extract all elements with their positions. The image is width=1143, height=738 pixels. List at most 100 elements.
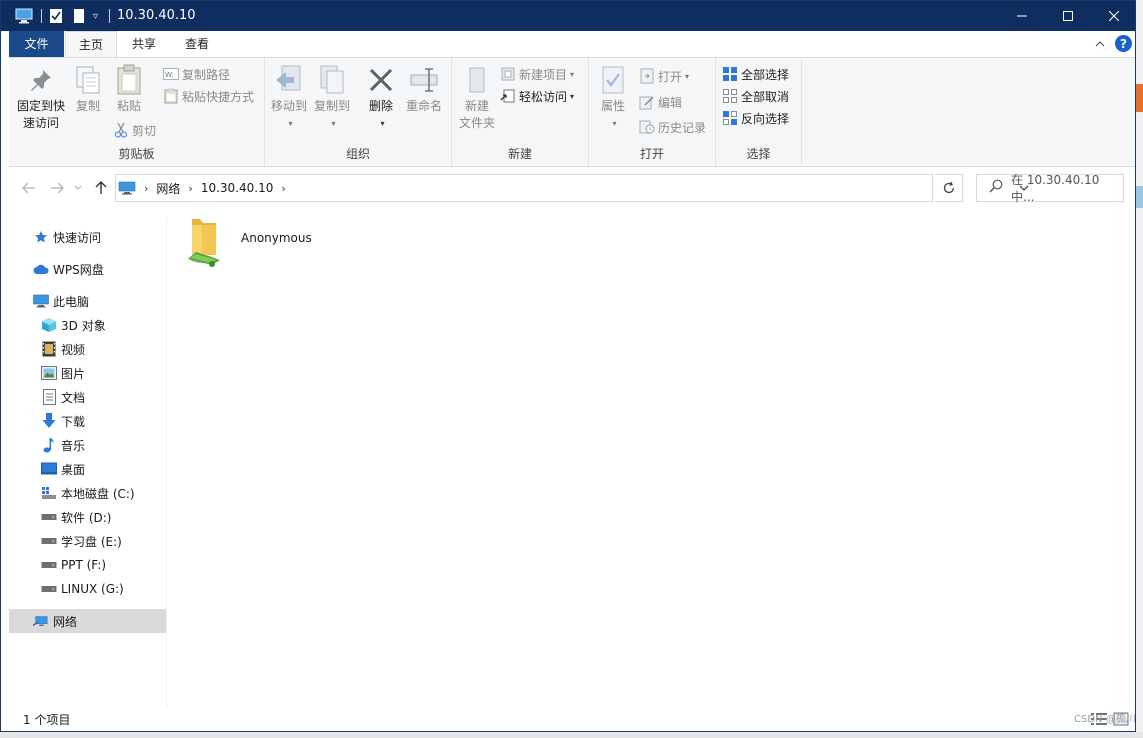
- address-bar[interactable]: › 网络 › 10.30.40.10 ›: [115, 174, 1029, 202]
- status-bar: 1 个项目: [9, 707, 1135, 731]
- nav-wps-cloud[interactable]: WPS网盘: [9, 257, 166, 281]
- maximize-button[interactable]: [1045, 1, 1091, 31]
- tab-share[interactable]: 共享: [119, 31, 169, 57]
- nav-drive-e[interactable]: 学习盘 (E:): [9, 529, 166, 553]
- organize-group-label: 组织: [345, 147, 370, 161]
- minimize-button[interactable]: [999, 1, 1045, 31]
- edit-label: 编辑: [658, 95, 683, 110]
- move-to-label: 移动到: [270, 99, 307, 113]
- nav-drive-f[interactable]: PPT (F:): [9, 553, 166, 577]
- new-folder-quick-icon[interactable]: [73, 1, 85, 31]
- open-group-label: 打开: [639, 147, 664, 161]
- new-group-label: 新建: [507, 147, 532, 161]
- copy-to-button[interactable]: 复制到 ▾: [311, 64, 353, 132]
- navigation-pane: 快速访问 WPS网盘 此电脑 3D 对象 视频 图片 文档 下载 音乐 桌面 本…: [9, 217, 167, 707]
- open-icon: [639, 68, 655, 84]
- tab-home[interactable]: 主页: [65, 31, 117, 58]
- film-icon: [41, 341, 57, 357]
- nav-item-label: 下载: [61, 414, 86, 429]
- nav-this-pc[interactable]: 此电脑: [9, 289, 166, 313]
- paste-shortcut-icon: [163, 88, 179, 104]
- nav-network-label: 网络: [53, 614, 78, 629]
- nav-quick-access-label: 快速访问: [53, 230, 102, 245]
- nav-item-label: 软件 (D:): [61, 510, 112, 525]
- nav-drive-g[interactable]: LINUX (G:): [9, 577, 166, 601]
- nav-item-label: PPT (F:): [61, 558, 106, 572]
- properties-label: 属性: [600, 99, 625, 113]
- select-all-label: 全部选择: [741, 67, 790, 82]
- select-none-label: 全部取消: [741, 89, 790, 104]
- ribbon-tabs: 文件 主页 共享 查看 ?: [1, 31, 1135, 58]
- refresh-button[interactable]: [935, 174, 963, 202]
- up-arrow-icon[interactable]: [89, 178, 113, 198]
- forward-arrow-icon[interactable]: [45, 178, 69, 198]
- background-taskbar-edge: [0, 732, 1143, 738]
- select-none-button[interactable]: 全部取消: [722, 86, 789, 106]
- history-button[interactable]: 历史记录: [639, 117, 706, 137]
- nav-3d-objects[interactable]: 3D 对象: [9, 313, 166, 337]
- properties-icon: [597, 64, 629, 96]
- paste-shortcut-button[interactable]: 粘贴快捷方式: [163, 86, 254, 106]
- this-pc-icon: [33, 293, 49, 309]
- nav-music[interactable]: 音乐: [9, 433, 166, 457]
- nav-pictures[interactable]: 图片: [9, 361, 166, 385]
- pin-to-quick-access-button[interactable]: 固定到快 速访问: [13, 64, 69, 132]
- properties-button[interactable]: 属性 ▾: [593, 64, 633, 132]
- back-arrow-icon[interactable]: [17, 178, 41, 198]
- background-app-icon: [1136, 186, 1143, 208]
- search-placeholder: 在 10.30.40.10 中...: [1011, 173, 1100, 204]
- open-button[interactable]: 打开 ▾: [639, 66, 689, 86]
- nav-documents[interactable]: 文档: [9, 385, 166, 409]
- tab-file[interactable]: 文件: [9, 31, 64, 57]
- help-icon[interactable]: ?: [1115, 35, 1132, 52]
- background-app-icon: [1136, 84, 1143, 112]
- select-group: 全部选择 全部取消 反向选择 选择: [716, 58, 802, 166]
- computer-icon[interactable]: [15, 1, 33, 31]
- copy-path-button[interactable]: W: 复制路径: [163, 64, 230, 84]
- select-group-label: 选择: [746, 147, 771, 161]
- invert-selection-button[interactable]: 反向选择: [722, 108, 789, 128]
- customize-quick-access-icon[interactable]: ▿: [93, 1, 98, 31]
- new-folder-button[interactable]: 新建 文件夹: [454, 64, 500, 132]
- nav-quick-access[interactable]: 快速访问: [9, 225, 166, 249]
- nav-videos[interactable]: 视频: [9, 337, 166, 361]
- pin-icon: [25, 64, 57, 96]
- cut-button[interactable]: 剪切: [113, 120, 156, 140]
- nav-drive-d[interactable]: 软件 (D:): [9, 505, 166, 529]
- search-icon: [989, 179, 1003, 197]
- delete-label: 删除: [368, 99, 393, 113]
- paste-button[interactable]: 粘贴: [109, 64, 149, 115]
- nav-drive-c[interactable]: 本地磁盘 (C:): [9, 481, 166, 505]
- breadcrumb-network[interactable]: 网络: [156, 180, 180, 197]
- nav-item-label: 音乐: [61, 438, 86, 453]
- nav-item-label: 本地磁盘 (C:): [61, 486, 135, 501]
- copy-button[interactable]: 复制: [71, 64, 105, 115]
- select-all-button[interactable]: 全部选择: [722, 64, 789, 84]
- select-all-icon: [722, 66, 738, 82]
- history-label: 历史记录: [658, 120, 707, 135]
- recent-locations-chevron-icon[interactable]: [71, 178, 85, 198]
- rename-button[interactable]: 重命名: [403, 64, 445, 115]
- ribbon-collapse-icon[interactable]: [1095, 35, 1105, 53]
- svg-text:W:: W:: [165, 71, 174, 79]
- properties-quick-icon[interactable]: [49, 1, 63, 31]
- nav-network[interactable]: 网络: [9, 609, 166, 633]
- star-icon: [33, 229, 49, 245]
- new-item-button[interactable]: 新建项目 ▾: [500, 64, 574, 84]
- edit-button[interactable]: 编辑: [639, 92, 682, 112]
- search-box[interactable]: 在 10.30.40.10 中...: [976, 173, 1124, 204]
- breadcrumb-host[interactable]: 10.30.40.10: [201, 181, 274, 195]
- tab-view[interactable]: 查看: [171, 31, 223, 57]
- paste-shortcut-label: 粘贴快捷方式: [182, 89, 255, 104]
- delete-button[interactable]: 删除 ▾: [361, 64, 401, 132]
- list-item[interactable]: Anonymous: [186, 215, 336, 277]
- move-to-button[interactable]: 移动到 ▾: [269, 64, 309, 132]
- easy-access-button[interactable]: 轻松访问 ▾: [500, 86, 574, 106]
- clipboard-group-label: 剪贴板: [118, 147, 155, 161]
- document-icon: [41, 389, 57, 405]
- nav-desktop[interactable]: 桌面: [9, 457, 166, 481]
- nav-downloads[interactable]: 下载: [9, 409, 166, 433]
- new-folder-label-line2: 文件夹: [458, 116, 495, 130]
- close-button[interactable]: [1091, 1, 1137, 31]
- watermark: CSDN @孤川: [1074, 714, 1136, 725]
